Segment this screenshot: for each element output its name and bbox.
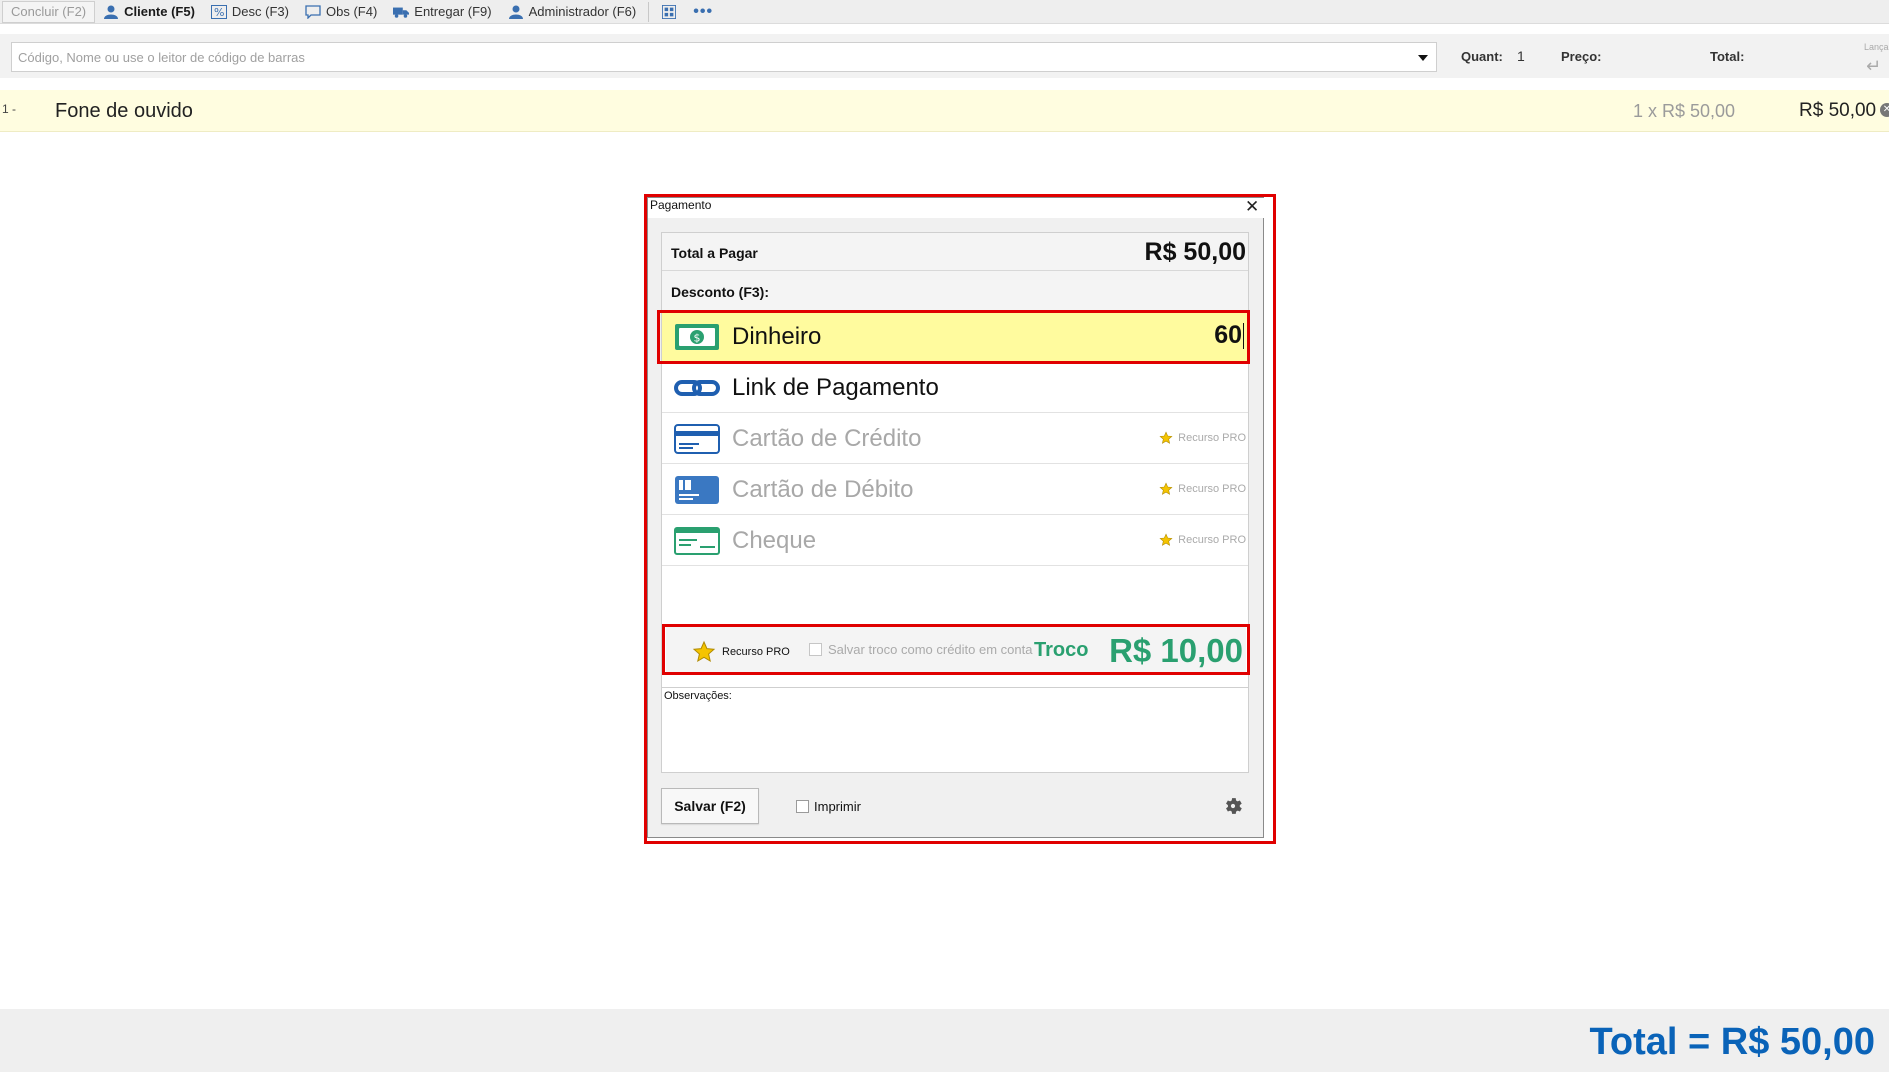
credit-card-icon	[674, 424, 720, 454]
entregar-button[interactable]: Entregar (F9)	[385, 0, 499, 24]
admin-user-icon	[508, 5, 523, 19]
observations-field[interactable]: Observações:	[661, 687, 1249, 773]
checkbox[interactable]	[796, 800, 809, 813]
method-label: Cheque	[732, 527, 817, 554]
quant-label: Quant:	[1461, 49, 1503, 64]
lanca-label: Lança	[1864, 42, 1889, 52]
print-checkbox[interactable]: Imprimir	[796, 799, 861, 814]
grid-layout-icon	[662, 4, 677, 19]
debit-card-icon	[675, 476, 719, 504]
cliente-button[interactable]: Cliente (F5)	[95, 0, 203, 24]
svg-text:%: %	[214, 6, 224, 19]
preco-label: Preço:	[1561, 49, 1602, 64]
user-icon	[104, 5, 119, 19]
method-label: Link de Pagamento	[732, 374, 939, 401]
method-cartao-debito[interactable]: Cartão de Débito Recurso PRO	[662, 464, 1248, 515]
change-highlight	[662, 624, 1250, 675]
obs-button[interactable]: Obs (F4)	[297, 0, 385, 24]
selected-method-highlight	[657, 310, 1250, 364]
item-total: R$ 50,00	[1799, 100, 1877, 121]
item-name: Fone de ouvido	[55, 100, 193, 122]
method-cartao-credito[interactable]: Cartão de Crédito Recurso PRO	[662, 413, 1248, 464]
grand-total: Total = R$ 50,00	[1589, 1021, 1875, 1063]
pro-badge: Recurso PRO	[1159, 482, 1246, 496]
total-to-pay-label: Total a Pagar	[671, 245, 758, 261]
print-label: Imprimir	[814, 799, 861, 814]
obs-label: Obs (F4)	[325, 4, 378, 19]
dialog-titlebar	[648, 198, 1265, 218]
product-search-input[interactable]	[18, 47, 1398, 67]
method-cheque[interactable]: Cheque Recurso PRO	[662, 515, 1248, 566]
product-search-combo[interactable]	[11, 42, 1437, 72]
gear-icon[interactable]	[1222, 795, 1244, 817]
cheque-icon	[674, 527, 720, 555]
method-label: Cartão de Débito	[732, 476, 914, 503]
desc-label: Desc (F3)	[231, 4, 289, 19]
toolbar-divider	[648, 1, 650, 22]
dropdown-arrow-icon[interactable]	[1418, 55, 1428, 61]
desc-button[interactable]: % Desc (F3)	[203, 0, 297, 24]
list-item[interactable]: 1 - Fone de ouvido 1 x R$ 50,00 R$ 50,00…	[0, 90, 1889, 132]
dialog-title: Pagamento	[650, 198, 712, 212]
star-icon	[1159, 482, 1173, 495]
observations-label: Observações:	[664, 690, 732, 702]
layout-button[interactable]	[653, 0, 685, 24]
method-label: Cartão de Crédito	[732, 425, 922, 452]
comment-icon	[305, 4, 321, 19]
discount-label: Desconto (F3):	[671, 284, 769, 300]
administrador-label: Administrador (F6)	[528, 4, 637, 19]
discount-row[interactable]: Desconto (F3):	[662, 271, 1248, 311]
payment-dialog: Pagamento ✕ Total a Pagar R$ 50,00 Desco…	[647, 197, 1265, 838]
pro-badge: Recurso PRO	[1159, 431, 1246, 445]
concluir-label: Concluir (F2)	[11, 4, 87, 19]
method-link-pagamento[interactable]: Link de Pagamento	[662, 362, 1248, 413]
more-icon: •••	[693, 2, 714, 20]
star-icon	[1159, 431, 1173, 444]
star-icon	[1159, 533, 1173, 546]
link-icon	[674, 380, 720, 396]
cliente-label: Cliente (F5)	[124, 4, 195, 19]
administrador-button[interactable]: Administrador (F6)	[500, 0, 645, 24]
total-to-pay-row: Total a Pagar R$ 50,00	[662, 233, 1248, 271]
total-label: Total:	[1710, 49, 1745, 64]
item-number: 1 -	[2, 102, 17, 116]
pro-badge: Recurso PRO	[1159, 533, 1246, 547]
item-qty-price: 1 x R$ 50,00	[1633, 101, 1736, 121]
close-icon[interactable]: ✕	[1245, 197, 1259, 217]
percent-icon: %	[210, 4, 227, 19]
entregar-label: Entregar (F9)	[414, 4, 492, 19]
more-button[interactable]: •••	[685, 0, 721, 24]
footer-bar: Total = R$ 50,00	[0, 1009, 1889, 1072]
truck-icon	[393, 7, 410, 18]
quant-value[interactable]: 1	[1517, 48, 1525, 64]
save-button[interactable]: Salvar (F2)	[661, 788, 759, 824]
total-to-pay-value: R$ 50,00	[1144, 238, 1246, 266]
remove-item-icon[interactable]: ✕	[1880, 103, 1889, 117]
concluir-button[interactable]: Concluir (F2)	[2, 0, 96, 23]
enter-icon[interactable]: ↵	[1866, 56, 1881, 77]
toolbar: Concluir (F2) Cliente (F5) % Desc (F3) O…	[0, 0, 1889, 24]
product-search-row: Quant: 1 Preço: Total: Lança ↵	[0, 34, 1889, 78]
